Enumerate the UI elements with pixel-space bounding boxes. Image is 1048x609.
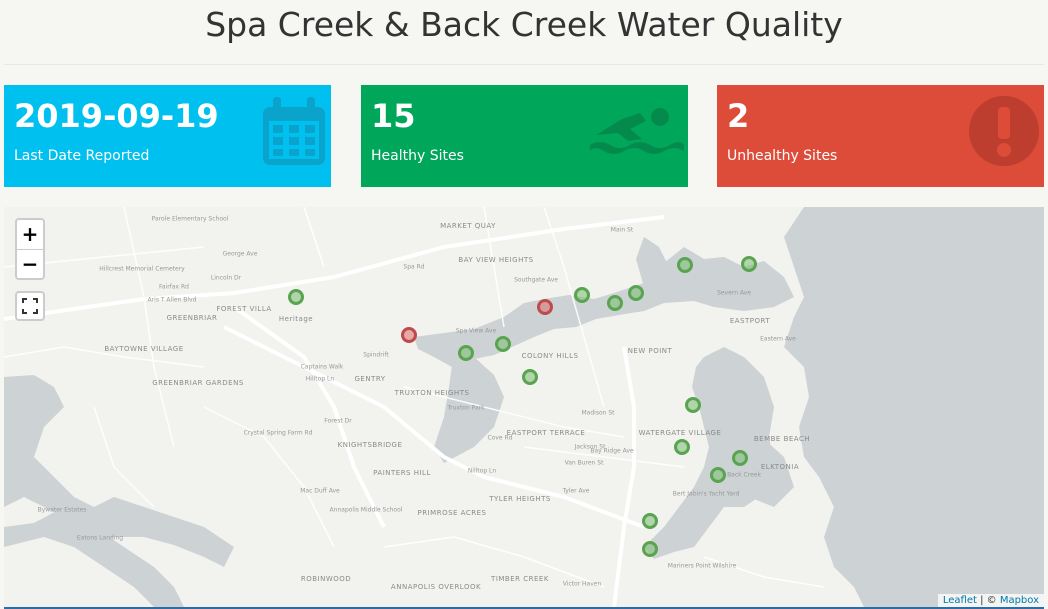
- swimmer-icon: [588, 105, 684, 162]
- map-label-watergate: WATERGATE VILLAGE: [638, 429, 722, 437]
- healthy-sites-count: 15: [371, 97, 416, 135]
- site-marker-unhealthy[interactable]: [401, 327, 417, 343]
- fullscreen-icon: [22, 298, 38, 314]
- map-label-spa-rd: Spa Rd: [403, 263, 425, 271]
- map-label-main-st: Main St: [610, 226, 634, 234]
- map-label-truxton-park: Truxton Park: [447, 404, 485, 412]
- map-label-heritage: Heritage: [278, 315, 314, 323]
- map-label-george-ave: George Ave: [222, 250, 258, 258]
- site-marker-healthy[interactable]: [642, 541, 658, 557]
- map-label-eastport-terrace: EASTPORT TERRACE: [506, 429, 586, 437]
- map-label-colony-hills: COLONY HILLS: [521, 352, 579, 360]
- map-label-van-buren: Van Buren St: [564, 459, 604, 467]
- map-label-spindrift: Spindrift: [363, 351, 389, 359]
- map-label-annapolis-overlook: ANNAPOLIS OVERLOOK: [390, 583, 482, 591]
- map-label-truxton-heights: TRUXTON HEIGHTS: [394, 389, 470, 397]
- map-label-jackson: Jackson St: [574, 443, 606, 451]
- map-label-severn-ave: Severn Ave: [717, 289, 751, 297]
- map-label-timber-creek: TIMBER CREEK: [491, 575, 549, 583]
- unhealthy-sites-label: Unhealthy Sites: [727, 148, 838, 164]
- map-label-back-creek: Back Creek: [727, 471, 761, 479]
- site-marker-healthy[interactable]: [288, 289, 304, 305]
- leaflet-link[interactable]: Leaflet: [943, 595, 977, 606]
- map-label-spa-view-ave: Spa View Ave: [455, 327, 497, 335]
- site-marker-healthy[interactable]: [732, 450, 748, 466]
- map-label-tyler-ave: Tyler Ave: [562, 487, 590, 495]
- last-date-value: 2019-09-19: [14, 97, 219, 135]
- map-label-forest-dr: Forest Dr: [324, 417, 352, 425]
- healthy-sites-box: 15 Healthy Sites: [361, 85, 688, 187]
- map-label-robinwood: ROBINWOOD: [300, 575, 352, 583]
- last-date-label: Last Date Reported: [14, 148, 150, 164]
- map-label-mac-duff: Mac Duff Ave: [300, 487, 340, 495]
- map-label-fairfax: Fairfax Rd: [159, 283, 189, 291]
- healthy-sites-label: Healthy Sites: [371, 148, 464, 164]
- map-label-annapolis-middle: Annapolis Middle School: [329, 506, 403, 514]
- map-label-primrose-acres: PRIMROSE ACRES: [417, 509, 487, 517]
- site-marker-healthy[interactable]: [685, 397, 701, 413]
- site-marker-healthy[interactable]: [495, 336, 511, 352]
- site-marker-healthy[interactable]: [607, 295, 623, 311]
- map-label-painters-hill: PAINTERS HILL: [373, 469, 431, 477]
- map-label-hillcrest: Hillcrest Memorial Cemetery: [99, 265, 185, 273]
- map-label-eatons: Eatons Landing: [76, 534, 124, 542]
- mapbox-link[interactable]: Mapbox: [1000, 595, 1039, 606]
- map-label-market-quay: MARKET QUAY: [440, 222, 496, 230]
- map-label-tyler-heights: TYLER HEIGHTS: [489, 495, 551, 503]
- map-label-baytowne: BAYTOWNE VILLAGE: [104, 345, 184, 353]
- map-label-southgate: Southgate Ave: [514, 276, 558, 284]
- map-label-gentry: GENTRY: [354, 375, 386, 383]
- site-marker-healthy[interactable]: [677, 257, 693, 273]
- site-marker-healthy[interactable]: [674, 439, 690, 455]
- map-label-forest-villa: FOREST VILLA: [216, 305, 272, 313]
- map-label-bert-jabin: Bert Jabin's Yacht Yard: [672, 490, 740, 498]
- site-marker-healthy[interactable]: [522, 369, 538, 385]
- map-label-elktonia: ELKTONIA: [760, 463, 800, 471]
- map-label-nilltop: Nilltop Ln: [467, 467, 497, 475]
- map-label-greenbriar-gardens: GREENBRIAR GARDENS: [152, 379, 244, 387]
- site-marker-healthy[interactable]: [458, 345, 474, 361]
- unhealthy-sites-box: 2 Unhealthy Sites: [717, 85, 1044, 187]
- map-label-bay-view: BAY VIEW HEIGHTS: [458, 256, 534, 264]
- map-label-captains-walk: Captains Walk: [300, 363, 344, 371]
- zoom-control: + −: [15, 218, 45, 280]
- map-label-victor-haven: Victor Haven: [562, 580, 602, 588]
- water-quality-map[interactable]: Heritage FOREST VILLA GREENBRIAR BAYTOWN…: [4, 207, 1044, 609]
- zoom-out-button[interactable]: −: [17, 250, 43, 278]
- map-label-aris-allen: Aris T Allen Blvd: [147, 296, 197, 304]
- map-label-bembe: BEMBE BEACH: [753, 435, 811, 443]
- map-label-crystal-spring: Crystal Spring Farm Rd: [243, 429, 313, 437]
- site-marker-healthy[interactable]: [741, 256, 757, 272]
- map-label-bywater: Bywater Estates: [37, 506, 87, 514]
- last-date-box: 2019-09-19 Last Date Reported: [4, 85, 331, 187]
- map-label-cove-rd: Cove Rd: [487, 434, 513, 442]
- exclamation-icon: [968, 95, 1040, 172]
- attribution-separator: | ©: [976, 595, 1000, 606]
- site-marker-healthy[interactable]: [628, 285, 644, 301]
- fullscreen-button[interactable]: [15, 291, 45, 321]
- site-marker-healthy[interactable]: [574, 287, 590, 303]
- map-label-greenbriar: GREENBRIAR: [166, 314, 218, 322]
- map-label-eastern-ave: Eastern Ave: [760, 335, 796, 343]
- map-label-mariners-point: Mariners Point Wilshire: [667, 562, 737, 570]
- map-label-parole: Parole Elementary School: [151, 215, 229, 223]
- map-label-hilltop: Hilltop Ln: [305, 375, 335, 383]
- map-label-knightsbridge: KNIGHTSBRIDGE: [337, 441, 403, 449]
- calendar-icon: [261, 95, 327, 172]
- site-marker-healthy[interactable]: [642, 513, 658, 529]
- site-marker-healthy[interactable]: [710, 467, 726, 483]
- unhealthy-sites-count: 2: [727, 97, 750, 135]
- site-marker-unhealthy[interactable]: [537, 299, 553, 315]
- map-label-lincoln: Lincoln Dr: [210, 274, 242, 282]
- zoom-in-button[interactable]: +: [17, 220, 43, 250]
- map-attribution: Leaflet | © Mapbox: [937, 594, 1044, 607]
- map-label-madison: Madison St: [581, 409, 615, 417]
- map-label-eastport: EASTPORT: [729, 317, 771, 325]
- map-label-new-point: NEW POINT: [627, 347, 673, 355]
- page-title: Spa Creek & Back Creek Water Quality: [205, 5, 843, 44]
- title-divider: [4, 64, 1044, 65]
